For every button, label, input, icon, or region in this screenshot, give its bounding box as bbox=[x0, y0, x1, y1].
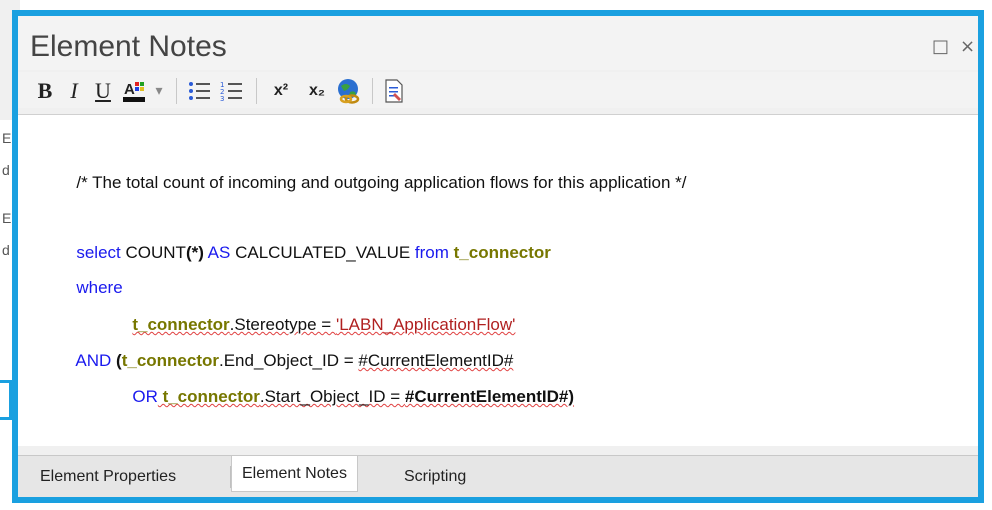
numbered-list-icon: 1 2 3 bbox=[220, 81, 242, 102]
notes-editor[interactable]: /* The total count of incoming and outgo… bbox=[18, 114, 978, 446]
bottom-tab-bar: Element Properties Element Notes Scripti… bbox=[18, 455, 978, 497]
svg-text:A: A bbox=[124, 81, 135, 98]
identifier: CALCULATED_VALUE bbox=[230, 243, 415, 262]
keyword: AS bbox=[203, 243, 231, 262]
text-color-button[interactable]: A bbox=[122, 78, 150, 104]
toolbar-separator bbox=[256, 78, 257, 104]
code-line-select: select COUNT(*) AS CALCULATED_VALUE from… bbox=[48, 223, 551, 283]
svg-text:3: 3 bbox=[220, 95, 224, 102]
numbered-list-button[interactable]: 1 2 3 bbox=[218, 78, 246, 104]
background-text: d bbox=[2, 162, 10, 178]
tab-element-properties[interactable]: Element Properties bbox=[30, 462, 186, 492]
tab-element-notes[interactable]: Element Notes bbox=[231, 456, 358, 492]
bullet-list-icon bbox=[189, 82, 210, 100]
close-button[interactable]: × bbox=[960, 36, 975, 57]
underline-button[interactable]: U bbox=[92, 78, 114, 104]
hyperlink-button[interactable] bbox=[334, 78, 364, 104]
italic-button[interactable]: I bbox=[64, 78, 84, 104]
color-dropdown-button[interactable]: ▾ bbox=[152, 78, 166, 104]
field-expr: .Start_Object_ID = bbox=[259, 387, 405, 406]
element-notes-panel: Element Notes □ × B I U A ▾ 1 2 3 x² x₂ … bbox=[12, 10, 984, 503]
document-icon bbox=[385, 79, 403, 103]
superscript-button[interactable]: x² bbox=[266, 78, 296, 104]
background-selected-item[interactable] bbox=[0, 380, 12, 420]
bold-button[interactable]: B bbox=[34, 78, 56, 104]
text-color-icon: A bbox=[123, 81, 145, 102]
background-text: d bbox=[2, 242, 10, 258]
keyword: OR bbox=[132, 387, 158, 406]
bullet-list-button[interactable] bbox=[186, 78, 214, 104]
insert-document-button[interactable] bbox=[380, 78, 408, 104]
toolbar-separator bbox=[372, 78, 373, 104]
macro: #CurrentElementID#) bbox=[404, 387, 575, 406]
operator: (*) bbox=[185, 243, 204, 262]
comment-text: /* The total count of incoming and outgo… bbox=[76, 173, 687, 192]
keyword: from bbox=[414, 243, 449, 262]
function: COUNT bbox=[120, 243, 186, 262]
title-bar: Element Notes □ × bbox=[18, 16, 978, 70]
panel-title: Element Notes bbox=[30, 30, 227, 63]
tab-scripting[interactable]: Scripting bbox=[394, 462, 476, 492]
table-name: t_connector bbox=[157, 387, 260, 406]
toolbar-separator bbox=[176, 78, 177, 104]
table-name: t_connector bbox=[448, 243, 551, 262]
globe-link-icon bbox=[338, 79, 360, 104]
restore-button[interactable]: □ bbox=[932, 36, 949, 57]
formatting-toolbar: B I U A ▾ 1 2 3 x² x₂ bbox=[18, 72, 978, 108]
code-line-or: OR t_connector.Start_Object_ID = #Curren… bbox=[104, 367, 574, 427]
code-comment-line: /* The total count of incoming and outgo… bbox=[48, 153, 687, 213]
subscript-button[interactable]: x₂ bbox=[302, 78, 332, 104]
